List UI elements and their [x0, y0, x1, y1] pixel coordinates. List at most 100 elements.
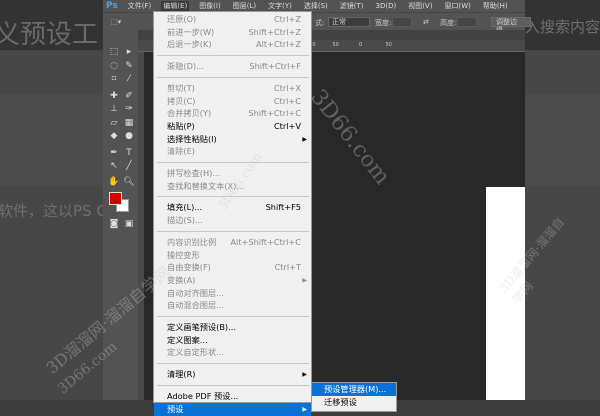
- width-label: 宽度:: [375, 19, 392, 27]
- blur-tool-icon[interactable]: ◆: [107, 130, 121, 142]
- marquee-tool-icon[interactable]: ⬚: [107, 46, 121, 58]
- menu-item[interactable]: 拷贝(C) Ctrl+C: [154, 95, 311, 108]
- history-brush-icon[interactable]: ✑: [122, 103, 136, 115]
- quick-select-icon[interactable]: ✎: [122, 60, 136, 72]
- menu-item-label: 定义自定形状...: [167, 347, 224, 358]
- menu-item-label: Adobe PDF 预设...: [167, 390, 239, 401]
- submenu-item[interactable]: 迁移预设: [312, 396, 396, 409]
- menu-item[interactable]: 清理(R) ▶: [154, 368, 311, 381]
- menu-item[interactable]: 自动混合图层...: [154, 299, 311, 312]
- quick-mask-icon[interactable]: ◙: [107, 218, 121, 230]
- menu-6[interactable]: 滤镜(T): [338, 1, 366, 11]
- menu-item-shortcut: Ctrl+X: [273, 82, 301, 93]
- menu-item-label: 操控变形: [167, 249, 200, 260]
- menu-9[interactable]: 窗口(W): [442, 1, 472, 11]
- menu-item-shortcut: Alt+Ctrl+Z: [256, 39, 301, 50]
- menu-item-shortcut: Ctrl+V: [273, 120, 301, 131]
- width-input[interactable]: [392, 17, 412, 27]
- menu-item-label: 还原(O): [167, 14, 197, 24]
- preset-submenu: 预设管理器(M)... 迁移预设: [311, 382, 397, 412]
- submenu-item[interactable]: 预设管理器(M)...: [312, 383, 396, 396]
- menu-0[interactable]: 文件(F): [126, 1, 154, 11]
- menu-item[interactable]: 操控变形: [154, 249, 311, 262]
- menu-item-label: 描边(S)...: [167, 215, 203, 226]
- crop-tool-icon[interactable]: ⌗: [107, 73, 121, 85]
- move-tool-icon[interactable]: ▸: [122, 46, 136, 58]
- menu-item-label: 前进一步(W): [167, 26, 215, 37]
- menu-item[interactable]: 渐隐(D)... Shift+Ctrl+F: [154, 60, 311, 73]
- zoom-tool-icon[interactable]: 🔍︎: [122, 176, 136, 188]
- height-input[interactable]: [457, 17, 477, 27]
- menu-3[interactable]: 图层(L): [231, 1, 258, 11]
- menu-item[interactable]: 描边(S)...: [154, 214, 311, 227]
- brush-tool-icon[interactable]: ✐: [122, 90, 136, 102]
- lasso-tool-icon[interactable]: ◌: [107, 60, 121, 72]
- ruler-tick: 50: [385, 42, 392, 48]
- menu-item[interactable]: 自动对齐图层...: [154, 287, 311, 300]
- menu-item-label: 渐隐(D)...: [167, 61, 204, 72]
- menu-item[interactable]: 定义自定形状...: [154, 346, 311, 359]
- menu-2[interactable]: 图像(I): [197, 1, 223, 11]
- menu-item[interactable]: 内容识别比例 Alt+Shift+Ctrl+C: [154, 236, 311, 249]
- menu-4[interactable]: 文字(Y): [266, 1, 294, 11]
- menu-item-label: 剪切(T): [167, 82, 195, 93]
- menu-separator: [157, 76, 309, 78]
- menu-item[interactable]: 后退一步(K) Alt+Ctrl+Z: [154, 38, 311, 51]
- menu-item[interactable]: Adobe PDF 预设...: [154, 390, 311, 403]
- path-select-icon[interactable]: ↖: [107, 160, 121, 172]
- menu-item-shortcut: Ctrl+C: [273, 95, 301, 106]
- menu-10[interactable]: 帮助(H): [481, 1, 510, 11]
- menu-item[interactable]: 清除(E): [154, 145, 311, 158]
- menu-item[interactable]: 定义图案...: [154, 334, 311, 347]
- menu-separator: [157, 316, 309, 317]
- menu-item[interactable]: 变换(A) ▶: [154, 274, 311, 287]
- menu-item-shortcut: Ctrl+Z: [273, 14, 301, 24]
- style-label: 式:: [315, 19, 325, 27]
- menu-item-label: 拼写检查(H)...: [167, 168, 221, 178]
- menu-item[interactable]: 选择性粘贴(I) ▶: [154, 133, 311, 146]
- menu-item[interactable]: 剪切(T) Ctrl+X: [154, 82, 311, 95]
- menu-item[interactable]: 自由变换(F) Ctrl+T: [154, 261, 311, 274]
- screen-mode-icon[interactable]: ▣: [122, 218, 136, 230]
- menu-item-label: 清理(R): [167, 369, 196, 380]
- menu-item[interactable]: 预设 ▶: [154, 402, 311, 416]
- swap-icon[interactable]: ⇄: [423, 18, 429, 26]
- menu-item-label: 选择性粘贴(I): [167, 133, 217, 144]
- menu-7[interactable]: 3D(D): [374, 2, 399, 10]
- marquee-icon[interactable]: ⬚▾: [111, 18, 121, 26]
- menu-item-label: 后退一步(K): [167, 39, 212, 50]
- stamp-tool-icon[interactable]: ⊥: [107, 103, 121, 115]
- gradient-tool-icon[interactable]: ▦: [122, 117, 136, 129]
- type-tool-icon[interactable]: T: [122, 147, 136, 159]
- menu-separator: [157, 55, 309, 57]
- menu-item-shortcut: Ctrl+T: [274, 262, 301, 273]
- submenu-arrow-icon: ▶: [302, 405, 307, 413]
- menu-item[interactable]: 还原(O) Ctrl+Z: [154, 13, 311, 26]
- menu-item-label: 粘贴(P): [167, 120, 195, 131]
- menu-1[interactable]: 编辑(E): [161, 1, 190, 11]
- menu-item-label: 自动对齐图层...: [167, 287, 224, 298]
- refine-edge-button[interactable]: 调整边缘...: [491, 17, 531, 34]
- menu-item[interactable]: 粘贴(P) Ctrl+V: [154, 120, 311, 133]
- hand-tool-icon[interactable]: ✋: [107, 176, 121, 188]
- eyedropper-icon[interactable]: ⁄: [122, 73, 136, 85]
- menu-item-label: 拷贝(C): [167, 95, 196, 106]
- background-search[interactable]: 入搜索内容: [525, 16, 600, 37]
- menu-item-label: 定义画笔预设(B)...: [167, 322, 236, 332]
- foreground-color-swatch[interactable]: [109, 192, 122, 205]
- style-select[interactable]: 正常: [328, 17, 370, 27]
- eraser-tool-icon[interactable]: ▱: [107, 117, 121, 129]
- healing-brush-icon[interactable]: ✚: [107, 90, 121, 102]
- line-tool-icon[interactable]: ╱: [122, 160, 136, 172]
- dodge-tool-icon[interactable]: ●: [122, 130, 136, 142]
- menu-item-shortcut: Shift+Ctrl+F: [249, 61, 301, 72]
- menu-item[interactable]: 合并拷贝(Y) Shift+Ctrl+C: [154, 107, 311, 120]
- menu-8[interactable]: 视图(V): [406, 1, 434, 11]
- vertical-ruler: [138, 52, 144, 400]
- pen-tool-icon[interactable]: ✒: [107, 147, 121, 159]
- menu-item-shortcut: Shift+F5: [265, 202, 301, 213]
- menu-5[interactable]: 选择(S): [302, 1, 330, 11]
- menu-item[interactable]: 定义画笔预设(B)...: [154, 321, 311, 334]
- menu-item[interactable]: 前进一步(W) Shift+Ctrl+Z: [154, 26, 311, 39]
- menu-item-shortcut: Alt+Shift+Ctrl+C: [230, 236, 301, 247]
